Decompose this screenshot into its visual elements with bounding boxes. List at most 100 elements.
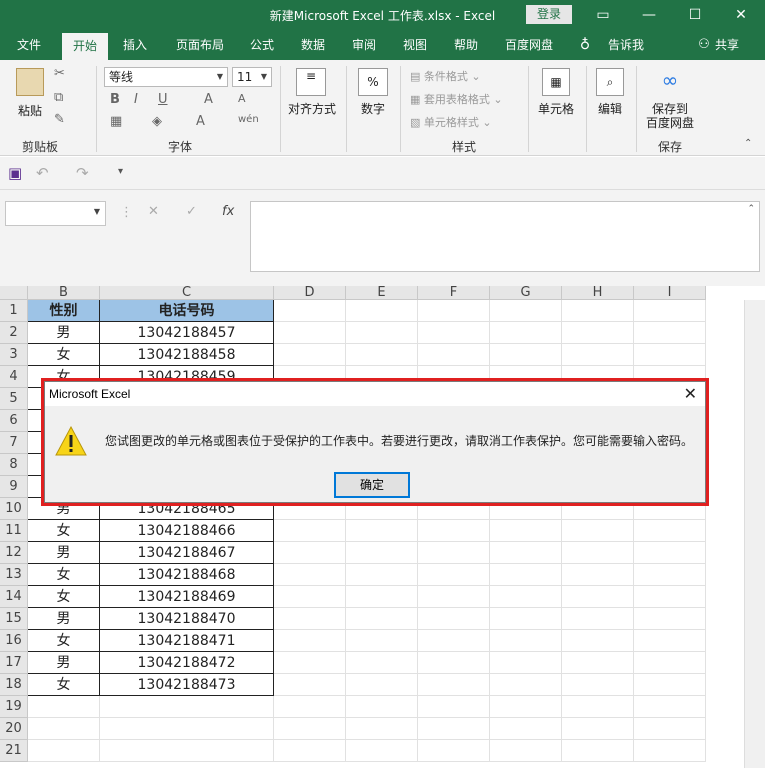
percent-icon[interactable]: % [358, 68, 388, 96]
cell[interactable] [418, 300, 490, 322]
cell[interactable] [346, 542, 418, 564]
editing-button[interactable]: 编辑 [594, 100, 626, 117]
cell[interactable] [562, 740, 634, 762]
tab-data[interactable]: 数据 [293, 30, 333, 60]
font-name-select[interactable]: 等线 ▼ [104, 67, 228, 87]
row-header[interactable]: 17 [0, 652, 28, 674]
cell[interactable] [490, 520, 562, 542]
cell[interactable] [634, 344, 706, 366]
cell[interactable] [346, 696, 418, 718]
tab-home[interactable]: 开始 [62, 33, 108, 60]
confirm-icon[interactable]: ✓ [186, 204, 197, 219]
cell[interactable] [562, 608, 634, 630]
border-icon[interactable]: ▦ [110, 114, 122, 129]
cell[interactable] [418, 608, 490, 630]
clipboard-icon[interactable] [16, 68, 44, 96]
row-header[interactable]: 1 [0, 300, 28, 322]
format-painter-icon[interactable]: ✎ [54, 112, 65, 127]
cell[interactable] [562, 520, 634, 542]
close-icon[interactable]: ✕ [718, 0, 764, 30]
table-header-cell[interactable]: 性别 [28, 300, 100, 322]
cell[interactable] [418, 542, 490, 564]
cell[interactable] [418, 740, 490, 762]
cell[interactable] [634, 300, 706, 322]
cell[interactable] [418, 652, 490, 674]
table-cell[interactable]: 女 [28, 520, 100, 542]
row-header[interactable]: 5 [0, 388, 28, 410]
cell[interactable] [634, 674, 706, 696]
cell[interactable] [274, 564, 346, 586]
customize-toolbar-icon[interactable]: ▾ [118, 166, 123, 177]
table-cell[interactable]: 女 [28, 586, 100, 608]
format-as-table-button[interactable]: ▦ 套用表格格式 ⌄ [410, 91, 503, 107]
cell[interactable] [346, 322, 418, 344]
cell[interactable] [490, 300, 562, 322]
cell[interactable] [562, 300, 634, 322]
cell[interactable] [418, 586, 490, 608]
column-header[interactable]: B [28, 286, 100, 300]
cell[interactable] [562, 322, 634, 344]
cell[interactable] [634, 652, 706, 674]
close-icon[interactable]: ✕ [684, 383, 697, 407]
cell[interactable] [634, 520, 706, 542]
row-header[interactable]: 14 [0, 586, 28, 608]
tab-baidu-netdisk[interactable]: 百度网盘 [497, 30, 561, 60]
cell[interactable] [562, 674, 634, 696]
table-cell[interactable]: 女 [28, 630, 100, 652]
copy-icon[interactable]: ⧉ [54, 90, 63, 105]
column-header[interactable]: C [100, 286, 274, 300]
row-header[interactable]: 3 [0, 344, 28, 366]
cell[interactable] [562, 652, 634, 674]
column-header[interactable]: F [418, 286, 490, 300]
cell[interactable] [490, 718, 562, 740]
cell[interactable] [490, 564, 562, 586]
tab-formulas[interactable]: 公式 [242, 30, 282, 60]
row-header[interactable]: 16 [0, 630, 28, 652]
formula-input[interactable]: ⌃ [250, 201, 760, 272]
cell[interactable] [274, 520, 346, 542]
cell[interactable] [346, 740, 418, 762]
table-cell[interactable]: 女 [28, 344, 100, 366]
underline-icon[interactable]: U [158, 92, 168, 107]
cell[interactable] [562, 630, 634, 652]
cell[interactable] [274, 344, 346, 366]
cell[interactable] [490, 674, 562, 696]
column-header[interactable]: H [562, 286, 634, 300]
cell[interactable] [418, 564, 490, 586]
cell[interactable] [346, 564, 418, 586]
row-header[interactable]: 10 [0, 498, 28, 520]
table-cell[interactable]: 男 [28, 652, 100, 674]
ribbon-display-icon[interactable]: ▭ [580, 0, 626, 30]
row-header[interactable]: 20 [0, 718, 28, 740]
cell[interactable] [490, 586, 562, 608]
column-header[interactable]: G [490, 286, 562, 300]
row-header[interactable]: 12 [0, 542, 28, 564]
font-color-icon[interactable]: A [196, 114, 205, 129]
cell[interactable] [274, 608, 346, 630]
cell[interactable] [346, 300, 418, 322]
row-header[interactable]: 2 [0, 322, 28, 344]
cell[interactable] [634, 586, 706, 608]
cell[interactable] [274, 652, 346, 674]
worksheet-grid[interactable]: BCDEFGHI 1 2 3 4 5 6 7 8 9 10 11 12 13 14 15 16 17 18 19 20… [0, 286, 765, 768]
decrease-font-icon[interactable]: A [238, 92, 246, 105]
cell[interactable] [634, 322, 706, 344]
cell[interactable] [418, 344, 490, 366]
table-header-cell[interactable]: 电话号码 [100, 300, 274, 322]
cell[interactable] [346, 652, 418, 674]
cell-styles-button[interactable]: ▧ 单元格样式 ⌄ [410, 114, 492, 130]
cell[interactable] [562, 696, 634, 718]
cell[interactable] [490, 344, 562, 366]
cell[interactable] [274, 674, 346, 696]
cell[interactable] [490, 542, 562, 564]
row-header[interactable]: 13 [0, 564, 28, 586]
save-to-baidu-button[interactable]: 保存到 百度网盘 [642, 102, 698, 130]
cell[interactable] [562, 542, 634, 564]
save-icon[interactable]: ▣ [8, 164, 22, 182]
table-cell[interactable]: 13042188466 [100, 520, 274, 542]
cell[interactable] [346, 520, 418, 542]
cell[interactable] [274, 322, 346, 344]
row-header[interactable]: 8 [0, 454, 28, 476]
ok-button[interactable]: 确定 [334, 472, 410, 498]
table-cell[interactable]: 13042188469 [100, 586, 274, 608]
